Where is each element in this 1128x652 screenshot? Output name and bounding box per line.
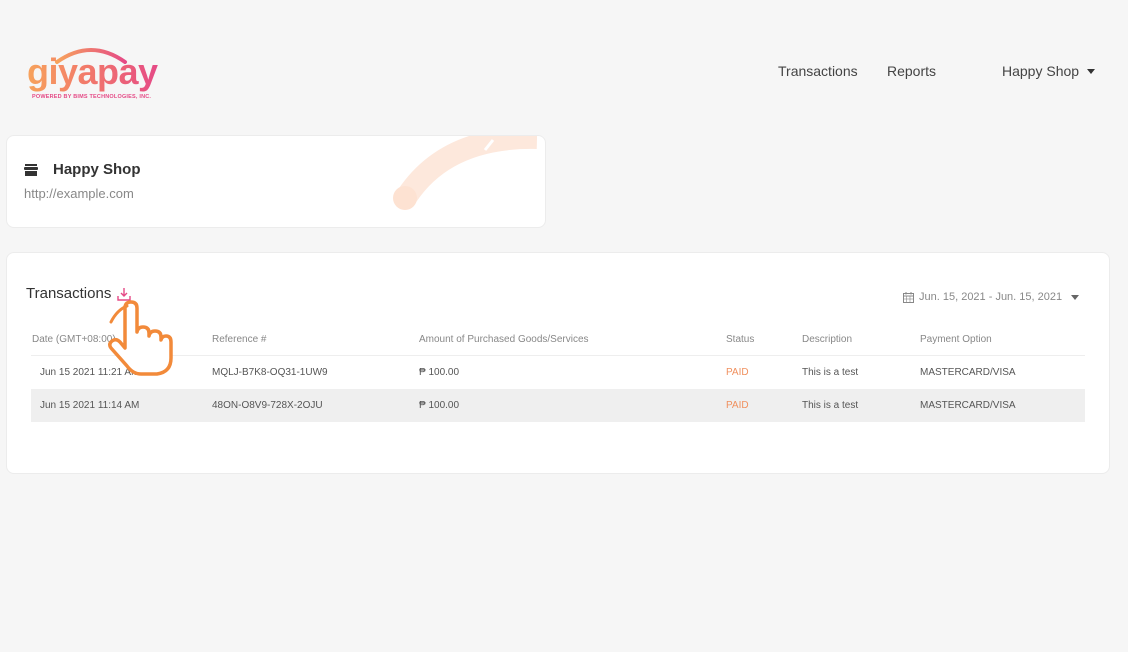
col-reference[interactable]: Reference # xyxy=(212,327,419,356)
cell-payment-option: MASTERCARD/VISA xyxy=(920,389,1085,422)
cell-amount: ₱ 100.00 xyxy=(419,389,726,422)
cell-status: PAID xyxy=(726,367,749,378)
shop-card: Happy Shop http://example.com xyxy=(6,135,546,228)
pointer-hand-icon xyxy=(107,300,173,376)
transactions-title: Transactions xyxy=(26,285,112,302)
logo-wordmark: giyapay xyxy=(27,51,158,92)
giyapay-logo[interactable]: giyapay POWERED BY BIMS TECHNOLOGIES, IN… xyxy=(27,44,167,104)
calendar-icon xyxy=(903,291,914,303)
user-menu[interactable]: Happy Shop xyxy=(1002,63,1096,79)
table-row[interactable]: Jun 15 2021 11:14 AM 48ON-O8V9-728X-2OJU… xyxy=(31,389,1085,422)
logo-tagline: POWERED BY BIMS TECHNOLOGIES, INC. xyxy=(32,94,152,100)
transactions-table: Date (GMT+08:00) Reference # Amount of P… xyxy=(31,327,1085,422)
nav-transactions[interactable]: Transactions xyxy=(778,63,858,79)
cell-reference: 48ON-O8V9-728X-2OJU xyxy=(212,389,419,422)
cell-payment-option: MASTERCARD/VISA xyxy=(920,367,1016,378)
store-icon xyxy=(24,163,38,176)
decorative-arc xyxy=(393,136,538,210)
col-amount[interactable]: Amount of Purchased Goods/Services xyxy=(419,327,726,356)
table-row[interactable]: Jun 15 2021 11:21 AM MQLJ-B7K8-OQ31-1UW9… xyxy=(31,356,1085,390)
nav-reports[interactable]: Reports xyxy=(887,63,936,79)
cell-description: This is a test xyxy=(802,389,920,422)
col-description[interactable]: Description xyxy=(802,327,920,356)
shop-name: Happy Shop xyxy=(53,161,141,178)
download-icon[interactable] xyxy=(117,287,132,301)
col-payment-option[interactable]: Payment Option xyxy=(920,327,1085,356)
col-status[interactable]: Status xyxy=(726,327,802,356)
date-range-label: Jun. 15, 2021 - Jun. 15, 2021 xyxy=(919,291,1063,303)
cell-description: This is a test xyxy=(802,367,859,378)
cell-reference: MQLJ-B7K8-OQ31-1UW9 xyxy=(212,367,328,378)
table-header-row: Date (GMT+08:00) Reference # Amount of P… xyxy=(31,327,1085,356)
user-menu-label: Happy Shop xyxy=(1002,63,1080,79)
cell-status: PAID xyxy=(726,389,802,422)
cell-amount: ₱ 100.00 xyxy=(419,367,460,378)
caret-down-icon xyxy=(1071,294,1080,300)
cell-date: Jun 15 2021 11:14 AM xyxy=(31,389,212,422)
date-range-picker[interactable]: Jun. 15, 2021 - Jun. 15, 2021 xyxy=(903,291,1080,303)
shop-url[interactable]: http://example.com xyxy=(24,186,134,201)
caret-down-icon xyxy=(1087,68,1096,74)
